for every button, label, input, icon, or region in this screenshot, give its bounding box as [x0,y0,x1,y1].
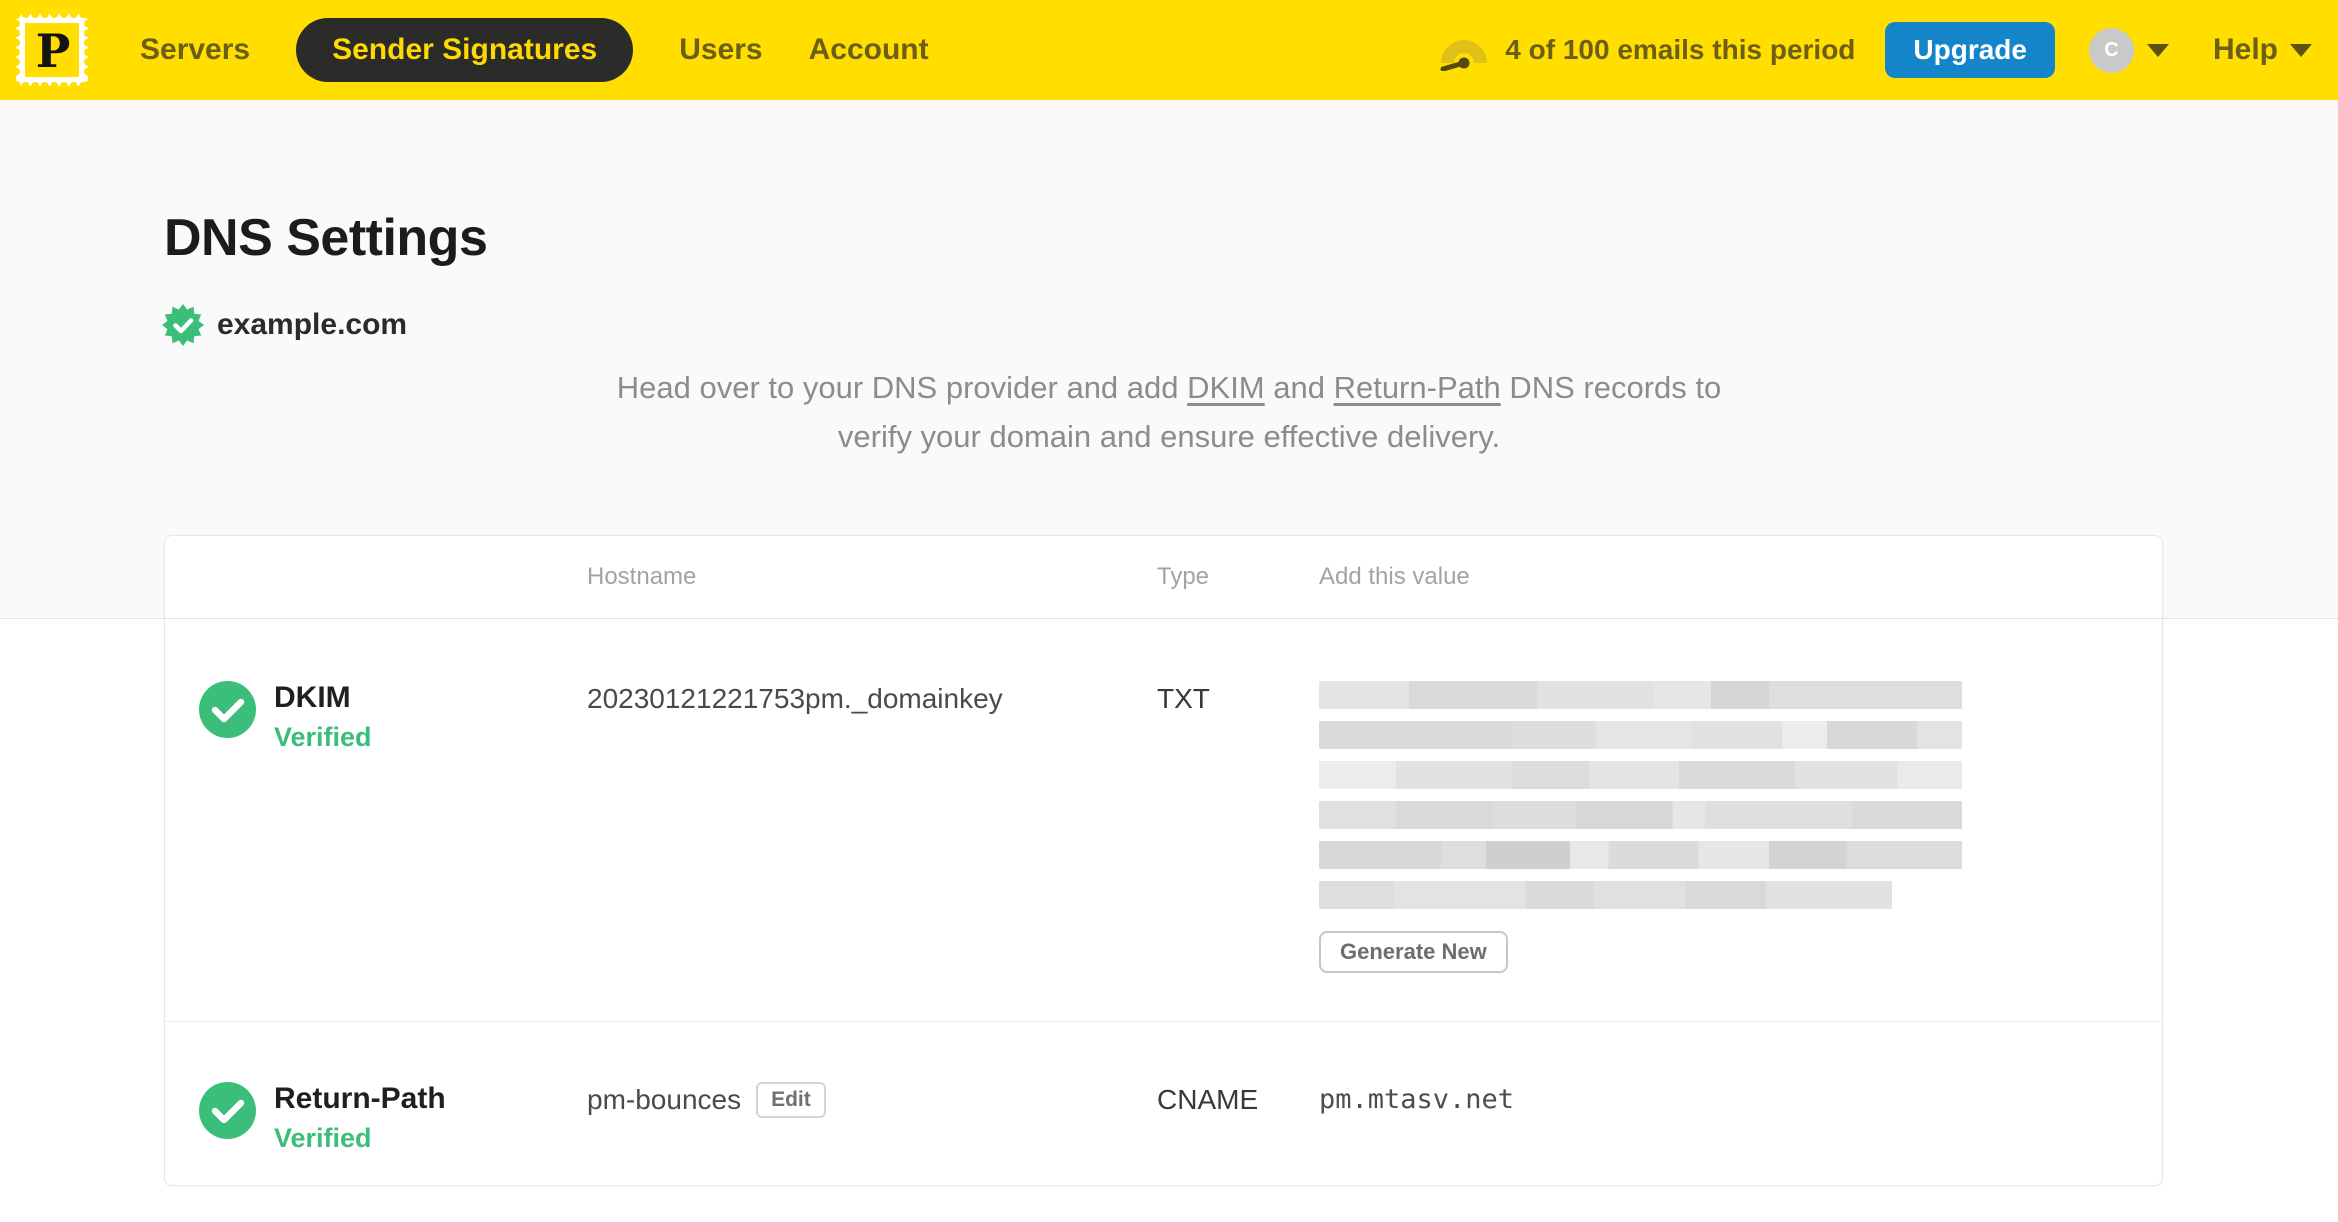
table-row-return-path: Return-Path Verified pm-bounces Edit CNA… [165,1022,2162,1185]
nav-item-users[interactable]: Users [679,33,762,67]
intro-pre: Head over to your DNS provider and add [616,370,1188,405]
record-name: DKIM [274,681,351,714]
column-header-type: Type [1157,563,1210,590]
intro-post-line2: verify your domain and ensure effective … [837,419,1501,454]
table-row-dkim: DKIM Verified 20230121221753pm._domainke… [165,619,2162,1022]
column-header-hostname: Hostname [587,563,697,590]
return-path-hostname: pm-bounces [587,1084,742,1115]
dns-records-card: Hostname Type Add this value DKIM Verifi… [164,535,2163,1186]
return-path-hostname-cell: pm-bounces Edit [587,1082,1157,1154]
usage-meter: 4 of 100 emails this period [1437,29,1855,71]
postmark-logo[interactable]: P [11,9,93,91]
nav-items: Servers Sender Signatures Users Account [140,18,929,82]
intro-mid: and [1264,370,1334,405]
return-path-type: CNAME [1157,1084,1259,1115]
return-path-link[interactable]: Return-Path [1334,370,1501,405]
column-header-value: Add this value [1319,563,1470,590]
gauge-icon [1440,40,1488,71]
redacted-value-line [1319,881,1892,909]
nav-item-account[interactable]: Account [809,33,929,67]
upgrade-button[interactable]: Upgrade [1885,22,2055,78]
avatar-initial: C [2104,38,2119,61]
generate-new-button[interactable]: Generate New [1319,931,1508,973]
dkim-link[interactable]: DKIM [1187,370,1265,405]
postmark-stamp-icon: P [11,9,93,91]
status-badge: Verified [274,1123,372,1153]
verified-check-icon [199,681,256,738]
return-path-value: pm.mtasv.net [1319,1084,1515,1115]
redacted-value-line [1319,721,1962,749]
redacted-value-line [1319,841,1962,869]
verified-seal-icon [162,304,204,346]
nav-item-sender-signatures[interactable]: Sender Signatures [296,18,634,82]
chevron-down-icon [2290,43,2312,57]
edit-button[interactable]: Edit [756,1082,826,1118]
svg-text:P: P [36,24,71,78]
dkim-hostname: 20230121221753pm._domainkey [587,683,1003,714]
intro-text: Head over to your DNS provider and add D… [519,363,1819,461]
nav-right-cluster: 4 of 100 emails this period Upgrade C He… [1437,22,2312,78]
domain-name: example.com [217,308,408,341]
domain-row: example.com [162,304,407,346]
table-header-row: Hostname Type Add this value [165,536,2162,619]
redacted-value-line [1319,761,1962,789]
usage-text: 4 of 100 emails this period [1505,34,1856,65]
intro-post-line1: DNS records to [1500,370,1722,405]
nav-item-servers[interactable]: Servers [140,33,250,67]
dkim-type: TXT [1157,683,1210,714]
account-menu[interactable]: C [2088,27,2169,73]
redacted-value-line [1319,801,1962,829]
help-label: Help [2212,33,2278,66]
page-title: DNS Settings [164,209,488,267]
dkim-value-cell: Generate New [1319,681,2162,973]
return-path-status-cell: Return-Path Verified [165,1082,587,1154]
avatar: C [2088,27,2134,73]
top-nav: P Servers Sender Signatures Users Accoun… [0,0,2338,100]
status-badge: Verified [274,722,372,752]
chevron-down-icon [2146,43,2169,57]
help-menu[interactable]: Help [2213,33,2312,67]
verified-check-icon [199,1082,256,1139]
redacted-value-line [1319,681,1962,709]
redacted-value-block [1319,681,2162,909]
dkim-status-cell: DKIM Verified [165,681,587,973]
record-name: Return-Path [274,1082,446,1115]
